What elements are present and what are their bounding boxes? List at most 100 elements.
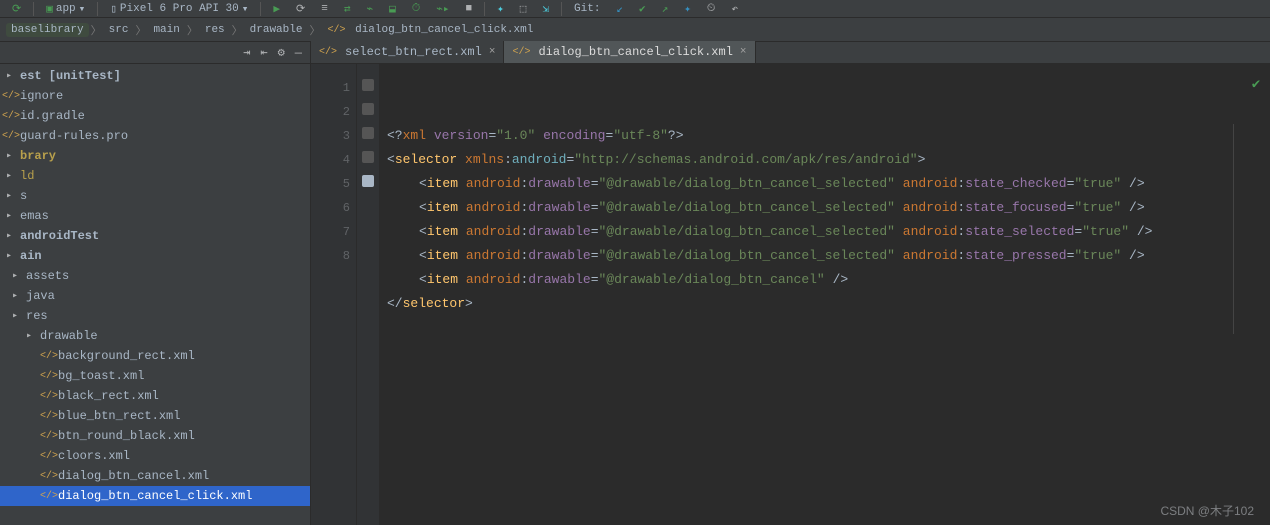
tree-item[interactable]: </> bg_toast.xml: [0, 366, 310, 386]
tree-item[interactable]: </>dialog_btn_cancel_click.xml: [0, 486, 310, 506]
breadcrumb-item[interactable]: res: [200, 23, 230, 37]
editor-body[interactable]: 12345678 <?xml version="1.0" encoding="u…: [311, 64, 1270, 525]
apply-changes-icon[interactable]: ≡: [315, 3, 334, 15]
tree-item[interactable]: </> cloors.xml: [0, 446, 310, 466]
tree-item[interactable]: </>dialog_btn_cancel.xml: [0, 466, 310, 486]
tree-item-label: res: [26, 309, 48, 323]
attach-icon[interactable]: ⌁▸: [430, 2, 455, 16]
tree-item[interactable]: </>blue_btn_rect.xml: [0, 406, 310, 426]
git-update-icon[interactable]: ↙: [610, 2, 629, 16]
close-icon[interactable]: ×: [489, 46, 496, 58]
tree-item[interactable]: ▸res: [0, 306, 310, 326]
editor-area: </> select_btn_rect.xml × </> dialog_btn…: [311, 42, 1270, 525]
hide-icon[interactable]: —: [295, 46, 302, 60]
xml-file-icon: </>: [512, 47, 530, 58]
xml-file-icon: </>: [40, 371, 54, 382]
chevron-right-icon: 〉: [187, 22, 198, 38]
git-branches-icon[interactable]: ✦: [678, 2, 697, 16]
app-inspection-icon[interactable]: ⇲: [536, 2, 555, 16]
tree-item-label: id.gradle: [20, 109, 85, 123]
tree-item[interactable]: </> ignore: [0, 86, 310, 106]
folder-icon: ▸: [2, 250, 16, 262]
folder-icon: ▸: [2, 170, 16, 182]
breadcrumb: baselibrary 〉 src 〉 main 〉 res 〉 drawabl…: [0, 18, 1270, 42]
tree-item-label: ld: [20, 169, 34, 183]
close-icon[interactable]: ×: [740, 46, 747, 58]
code-view[interactable]: <?xml version="1.0" encoding="utf-8"?><s…: [379, 64, 1242, 525]
folder-icon: ▸: [8, 290, 22, 302]
profile-icon[interactable]: ⏱: [406, 3, 427, 15]
breadcrumb-item[interactable]: baselibrary: [6, 23, 89, 37]
tree-item[interactable]: </>id.gradle: [0, 106, 310, 126]
expand-icon[interactable]: ⇥: [243, 45, 250, 60]
tree-item[interactable]: </>btn_round_black.xml: [0, 426, 310, 446]
inspection-ok-icon: ✔: [1242, 64, 1270, 525]
editor-tabs: </> select_btn_rect.xml × </> dialog_btn…: [311, 42, 1270, 64]
tab-dialog-btn-cancel-click[interactable]: </> dialog_btn_cancel_click.xml ×: [504, 41, 755, 63]
folder-icon: ▸: [8, 270, 22, 282]
tab-label: select_btn_rect.xml: [345, 45, 482, 59]
tree-item[interactable]: ▸java: [0, 286, 310, 306]
chevron-right-icon: 〉: [309, 22, 320, 38]
tree-item[interactable]: ▸ androidTest: [0, 226, 310, 246]
collapse-icon[interactable]: ⇤: [260, 45, 267, 60]
device-dropdown[interactable]: ▯ Pixel 6 Pro API 30 ▾: [104, 2, 254, 16]
project-tree: ⇥ ⇤ ⚙ — ▸est [unitTest]</>ignore</>id.gr…: [0, 42, 311, 525]
folder-icon: ▸: [2, 190, 16, 202]
tree-item-label: cloors.xml: [58, 449, 130, 463]
xml-file-icon: </>: [2, 131, 16, 142]
tree-item[interactable]: </>background_rect.xml: [0, 346, 310, 366]
tree-item[interactable]: ▸ brary: [0, 146, 310, 166]
breadcrumb-item[interactable]: drawable: [245, 23, 308, 37]
breadcrumb-item[interactable]: src: [104, 23, 134, 37]
breadcrumb-item[interactable]: main: [148, 23, 184, 37]
folder-icon: ▸: [2, 230, 16, 242]
tree-item[interactable]: </>black_rect.xml: [0, 386, 310, 406]
folder-icon: ▸: [2, 150, 16, 162]
gear-icon[interactable]: ⚙: [278, 45, 285, 60]
folder-icon: ▸: [2, 70, 16, 82]
history-icon[interactable]: ⏲: [701, 3, 722, 15]
tree-item[interactable]: ▸emas: [0, 206, 310, 226]
tree-item-label: ignore: [20, 89, 63, 103]
android-icon: ▣: [46, 2, 53, 16]
git-commit-icon[interactable]: ✔: [633, 2, 652, 16]
debug-icon[interactable]: ⌁: [360, 2, 379, 16]
chevron-down-icon: ▾: [79, 2, 86, 16]
xml-file-icon: </>: [40, 351, 54, 362]
tree-item[interactable]: ▸ ld: [0, 166, 310, 186]
xml-file-icon: </>: [327, 25, 345, 36]
tree-item-label: est [unitTest]: [20, 69, 121, 83]
tree-item-label: brary: [20, 149, 56, 163]
run-icon[interactable]: ▶: [267, 2, 286, 16]
tree-item[interactable]: ▸assets: [0, 266, 310, 286]
chevron-right-icon: 〉: [91, 22, 102, 38]
tab-select-btn-rect[interactable]: </> select_btn_rect.xml ×: [311, 41, 504, 63]
tree-item[interactable]: ▸s: [0, 186, 310, 206]
xml-file-icon: </>: [40, 471, 54, 482]
line-gutter: 12345678: [311, 64, 357, 525]
tree-item[interactable]: ▸drawable: [0, 326, 310, 346]
xml-file-icon: </>: [40, 451, 54, 462]
stop-icon[interactable]: ■: [460, 3, 479, 15]
xml-file-icon: </>: [2, 91, 16, 102]
main-toolbar: ⟳ ▣ app ▾ ▯ Pixel 6 Pro API 30 ▾ ▶ ⟳ ≡ ⇄…: [0, 0, 1270, 18]
run-config-dropdown[interactable]: ▣ app ▾: [40, 2, 91, 16]
breadcrumb-file[interactable]: </> dialog_btn_cancel_click.xml: [322, 23, 538, 37]
sync-icon[interactable]: ⟳: [6, 2, 27, 16]
chevron-right-icon: 〉: [135, 22, 146, 38]
layout-inspector-icon[interactable]: ✦: [491, 2, 510, 16]
tree-item-label: androidTest: [20, 229, 99, 243]
coverage-icon[interactable]: ⬓: [383, 2, 402, 16]
avd-icon[interactable]: ⬚: [514, 2, 533, 16]
git-push-icon[interactable]: ↗: [656, 2, 675, 16]
fold-gutter: [357, 64, 379, 525]
revert-icon[interactable]: ↶: [726, 2, 745, 16]
tree-item[interactable]: ▸ain: [0, 246, 310, 266]
tree-item[interactable]: </>guard-rules.pro: [0, 126, 310, 146]
rerun-icon[interactable]: ⟳: [290, 2, 311, 16]
step-icon[interactable]: ⇄: [338, 2, 357, 16]
device-label: Pixel 6 Pro API 30: [120, 3, 239, 15]
tree-item[interactable]: ▸ est [unitTest]: [0, 66, 310, 86]
tree-item-label: bg_toast.xml: [58, 369, 144, 383]
